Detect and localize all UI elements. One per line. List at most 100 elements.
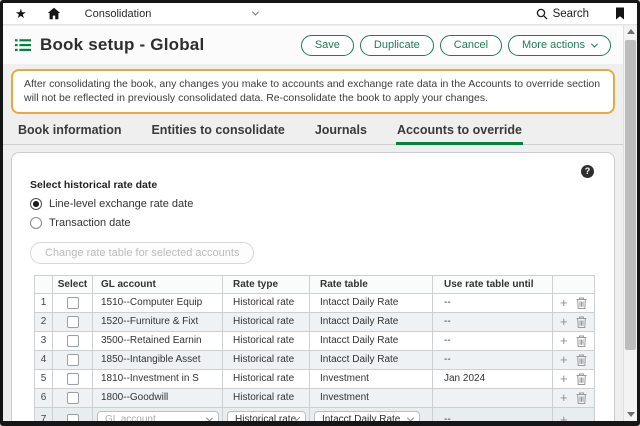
tab-book-information[interactable]: Book information	[17, 123, 122, 144]
app-window: ★ Consolidation Search Book setup - Glob…	[0, 0, 640, 426]
rate-type-column-header: Rate type	[222, 274, 310, 294]
row-actions-cell: +	[552, 292, 595, 313]
row-select-cell	[52, 387, 93, 408]
row-number-header	[34, 274, 53, 294]
rate-table-cell[interactable]: Intacct Daily Rate	[309, 349, 433, 370]
gl-account-cell[interactable]: 1850--Intangible Asset	[92, 349, 223, 370]
scrollbar-thumb[interactable]	[625, 40, 636, 350]
tab-bar: Book information Entities to consolidate…	[3, 123, 623, 145]
radio-button[interactable]	[30, 216, 42, 229]
row-checkbox[interactable]	[66, 296, 79, 309]
application-switcher[interactable]: Consolidation	[84, 7, 260, 20]
favorites-star-icon[interactable]: ★	[15, 7, 27, 20]
rate-type-cell[interactable]: Historical rate	[222, 368, 310, 389]
rate-table-value: Intacct Daily Rate	[322, 414, 401, 426]
table-row: 1 1510--Computer Equip Historical rate I…	[34, 292, 595, 313]
help-icon[interactable]: ?	[581, 164, 594, 178]
scroll-down-icon[interactable]	[627, 412, 635, 417]
warning-text: After consolidating the book, any change…	[24, 78, 601, 105]
use-rate-table-until-cell[interactable]: --	[432, 330, 553, 351]
rate-table-cell[interactable]: Intacct Daily Rate	[309, 311, 433, 332]
duplicate-button[interactable]: Duplicate	[359, 34, 434, 56]
use-rate-table-until-cell[interactable]: --	[432, 349, 553, 370]
row-checkbox[interactable]	[66, 353, 79, 366]
table-row: 3 3500--Retained Earnin Historical rate …	[34, 330, 595, 351]
row-select-cell	[52, 406, 93, 421]
select-column-header: Select	[52, 274, 93, 294]
rate-table-cell[interactable]: Investment	[309, 368, 433, 389]
add-row-icon[interactable]: +	[560, 353, 568, 366]
add-row-icon[interactable]: +	[560, 391, 568, 404]
search-button[interactable]: Search	[536, 8, 589, 20]
scroll-up-icon[interactable]	[627, 29, 635, 34]
record-list-icon[interactable]	[15, 38, 31, 52]
gl-account-dropdown[interactable]: GL account	[97, 410, 219, 421]
cancel-button[interactable]: Cancel	[439, 34, 503, 56]
delete-row-icon[interactable]	[576, 316, 587, 328]
chevron-down-icon	[252, 8, 260, 16]
gl-account-cell[interactable]: 3500--Retained Earnin	[92, 330, 223, 351]
use-rate-table-until-cell[interactable]: --	[432, 406, 553, 421]
bookmark-icon[interactable]	[615, 7, 625, 20]
add-row-icon[interactable]: +	[560, 413, 568, 421]
chevron-down-icon	[294, 415, 301, 421]
rate-type-cell[interactable]: Historical rate	[222, 311, 310, 332]
more-actions-button[interactable]: More actions	[508, 34, 611, 56]
add-row-icon[interactable]: +	[560, 334, 568, 347]
rate-type-cell[interactable]: Historical rate	[222, 349, 310, 370]
row-checkbox[interactable]	[66, 315, 79, 328]
rate-table-cell: Intacct Daily Rate	[309, 406, 433, 426]
row-number: 6	[34, 387, 53, 408]
use-rate-table-until-cell[interactable]: Jan 2024	[432, 368, 553, 389]
gl-account-cell[interactable]: 1520--Furniture & Fixt	[92, 311, 223, 332]
rate-type-cell[interactable]: Historical rate	[222, 387, 310, 408]
rate-table-dropdown[interactable]: Intacct Daily Rate	[314, 410, 420, 426]
application-name: Consolidation	[84, 7, 152, 20]
add-row-icon[interactable]: +	[560, 315, 568, 328]
row-select-cell	[52, 311, 93, 332]
rate-table-cell[interactable]: Intacct Daily Rate	[309, 330, 433, 351]
tab-accounts-to-override[interactable]: Accounts to override	[395, 123, 523, 145]
warning-banner: After consolidating the book, any change…	[11, 69, 615, 114]
row-checkbox[interactable]	[66, 413, 79, 421]
vertical-scrollbar[interactable]	[623, 26, 637, 421]
gl-account-cell[interactable]: 1810--Investment in S	[92, 368, 223, 389]
save-button[interactable]: Save	[300, 34, 354, 56]
delete-row-icon[interactable]	[576, 354, 587, 366]
delete-row-icon[interactable]	[576, 373, 587, 385]
radio-line-level-exchange-rate-date[interactable]: Line-level exchange rate date	[30, 197, 614, 210]
rate-table-cell[interactable]: Intacct Daily Rate	[309, 292, 433, 313]
actions-column-header	[552, 274, 595, 294]
radio-button[interactable]	[30, 197, 42, 210]
row-checkbox[interactable]	[66, 391, 79, 404]
home-icon[interactable]	[47, 7, 61, 20]
rate-type-cell[interactable]: Historical rate	[222, 330, 310, 351]
rate-table-cell[interactable]: Investment	[309, 387, 433, 408]
table-row: 5 1810--Investment in S Historical rate …	[34, 368, 595, 389]
rate-type-cell: Historical rate	[222, 406, 310, 421]
delete-row-icon[interactable]	[576, 392, 587, 404]
rate-table-column-header: Rate table	[309, 274, 433, 294]
change-rate-table-button[interactable]: Change rate table for selected accounts	[30, 241, 255, 264]
add-row-icon[interactable]: +	[560, 296, 568, 309]
chevron-down-icon	[590, 40, 599, 48]
rate-type-dropdown[interactable]: Historical rate	[227, 410, 306, 421]
rate-type-cell[interactable]: Historical rate	[222, 292, 310, 313]
page-content: After consolidating the book, any change…	[3, 64, 623, 421]
gl-account-cell[interactable]: 1800--Goodwill	[92, 387, 223, 408]
use-rate-table-until-cell[interactable]: --	[432, 311, 553, 332]
delete-row-icon[interactable]	[576, 335, 587, 347]
row-actions-cell: +	[552, 349, 595, 370]
row-select-cell	[52, 349, 93, 370]
row-checkbox[interactable]	[66, 372, 79, 385]
radio-transaction-date[interactable]: Transaction date	[30, 216, 614, 229]
delete-row-icon[interactable]	[576, 297, 587, 309]
gl-account-cell[interactable]: 1510--Computer Equip	[92, 292, 223, 313]
tab-entities-to-consolidate[interactable]: Entities to consolidate	[150, 123, 285, 144]
add-row-icon[interactable]: +	[560, 372, 568, 385]
more-actions-label: More actions	[522, 39, 585, 51]
row-checkbox[interactable]	[66, 334, 79, 347]
tab-journals[interactable]: Journals	[314, 123, 368, 144]
use-rate-table-until-cell[interactable]: --	[432, 292, 553, 313]
use-rate-table-until-cell[interactable]	[432, 387, 553, 408]
